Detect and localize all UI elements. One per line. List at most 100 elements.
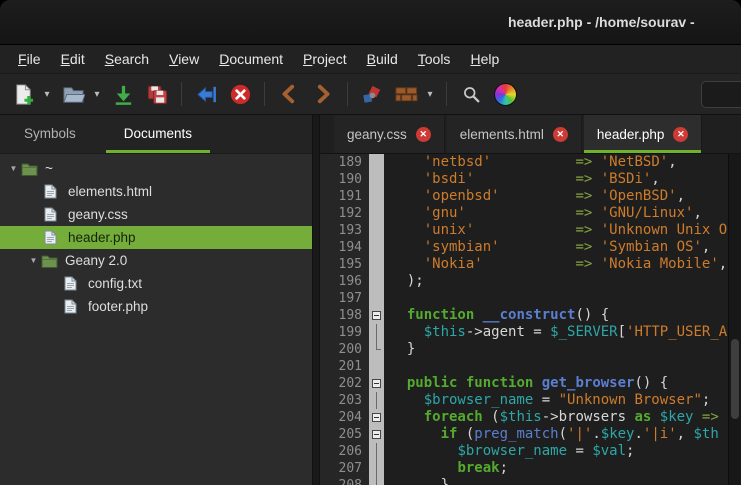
toolbar-search-entry[interactable] <box>701 81 741 108</box>
line-number: 202 <box>320 375 369 392</box>
build-dropdown-button[interactable]: ▾ <box>423 78 437 110</box>
fold-margin[interactable] <box>369 443 384 460</box>
titlebar[interactable]: header.php - /home/sourav - <box>0 0 741 45</box>
code-text: 'Nokia' => 'Nokia Mobile', <box>384 256 741 273</box>
tree-item-config-txt[interactable]: config.txt <box>0 272 312 295</box>
fold-margin[interactable] <box>369 239 384 256</box>
code-editor[interactable]: 189 'netbsd' => 'NetBSD',190 'bsdi' => '… <box>320 154 741 485</box>
editor-tab-header-php[interactable]: header.php✕ <box>584 115 703 153</box>
code-text: 'openbsd' => 'OpenBSD', <box>384 188 741 205</box>
fold-margin[interactable] <box>369 222 384 239</box>
code-line: 194 'symbian' => 'Symbian OS', <box>320 239 741 256</box>
close-tab-button[interactable]: ✕ <box>673 127 688 142</box>
line-number: 189 <box>320 154 369 171</box>
code-text: break; <box>384 460 741 477</box>
build-button[interactable] <box>389 78 423 110</box>
menu-tools[interactable]: Tools <box>408 45 461 73</box>
fold-margin[interactable] <box>369 307 384 324</box>
code-line: 197 <box>320 290 741 307</box>
fold-margin[interactable] <box>369 460 384 477</box>
fold-margin[interactable] <box>369 273 384 290</box>
save-all-button[interactable] <box>140 78 174 110</box>
tree-item--[interactable]: ▼~ <box>0 157 312 180</box>
new-file-icon <box>12 83 35 106</box>
open-file-icon <box>62 83 85 106</box>
fold-margin[interactable] <box>369 358 384 375</box>
menu-search[interactable]: Search <box>95 45 159 73</box>
file-icon <box>64 299 83 315</box>
tree-item-footer-php[interactable]: footer.php <box>0 295 312 318</box>
tree-item-label: footer.php <box>88 299 148 314</box>
editor-tab-geany-css[interactable]: geany.css✕ <box>334 115 445 153</box>
menu-project[interactable]: Project <box>293 45 357 73</box>
close-button[interactable] <box>223 78 257 110</box>
menu-file[interactable]: File <box>8 45 51 73</box>
open-file-dropdown-button[interactable]: ▾ <box>90 78 104 110</box>
scrollbar-thumb[interactable] <box>731 339 739 418</box>
editor-tab-elements-html[interactable]: elements.html ✕ <box>447 115 582 153</box>
line-number: 197 <box>320 290 369 307</box>
code-line: 203 $browser_name = "Unknown Browser"; <box>320 392 741 409</box>
code-line: 208 } <box>320 477 741 485</box>
line-number: 204 <box>320 409 369 426</box>
fold-margin[interactable] <box>369 392 384 409</box>
tree-item-label: geany.css <box>68 207 128 222</box>
new-file-button[interactable] <box>6 78 40 110</box>
line-number: 199 <box>320 324 369 341</box>
editor-tab-label: elements.html <box>460 127 544 142</box>
fold-margin[interactable] <box>369 426 384 443</box>
search-button[interactable] <box>454 78 488 110</box>
fold-margin[interactable] <box>369 188 384 205</box>
color-chooser-button[interactable] <box>488 78 522 110</box>
fold-margin[interactable] <box>369 375 384 392</box>
new-file-dropdown-button[interactable]: ▾ <box>40 78 54 110</box>
fold-guide-line <box>369 477 384 485</box>
code-text: foreach ($this->browsers as $key => $v <box>384 409 741 426</box>
close-tab-button[interactable]: ✕ <box>416 127 431 142</box>
expander-icon[interactable]: ▼ <box>26 256 41 265</box>
revert-button[interactable] <box>189 78 223 110</box>
menu-build[interactable]: Build <box>357 45 408 73</box>
line-number: 200 <box>320 341 369 358</box>
tree-item-header-php[interactable]: header.php <box>0 226 312 249</box>
compile-button[interactable] <box>355 78 389 110</box>
fold-margin[interactable] <box>369 477 384 485</box>
tree-item-geany-2-0[interactable]: ▼Geany 2.0 <box>0 249 312 272</box>
menu-document[interactable]: Document <box>209 45 293 73</box>
menu-view[interactable]: View <box>159 45 209 73</box>
pane-splitter[interactable] <box>312 115 320 485</box>
save-button[interactable] <box>106 78 140 110</box>
vertical-scrollbar[interactable] <box>728 154 741 485</box>
close-tab-button[interactable]: ✕ <box>553 127 568 142</box>
open-file-button[interactable] <box>56 78 90 110</box>
tree-item-elements-html[interactable]: elements.html <box>0 180 312 203</box>
forward-button[interactable] <box>306 78 340 110</box>
code-line: 193 'unix' => 'Unknown Unix OS', <box>320 222 741 239</box>
code-line: 199 $this->agent = $_SERVER['HTTP_USER_A… <box>320 324 741 341</box>
tab-symbols[interactable]: Symbols <box>0 115 100 153</box>
expander-icon[interactable]: ▼ <box>6 164 21 173</box>
tab-documents[interactable]: Documents <box>100 115 216 153</box>
fold-margin[interactable] <box>369 256 384 273</box>
fold-guide-line <box>376 392 377 409</box>
tree-item-geany-css[interactable]: geany.css <box>0 203 312 226</box>
fold-margin[interactable] <box>369 154 384 171</box>
fold-margin[interactable] <box>369 409 384 426</box>
line-number: 203 <box>320 392 369 409</box>
menu-edit[interactable]: Edit <box>51 45 95 73</box>
revert-icon <box>195 83 218 106</box>
fold-collapse-icon <box>372 430 381 439</box>
fold-margin[interactable] <box>369 341 384 358</box>
editor-pane: geany.css✕elements.html✕header.php✕ 189 … <box>320 115 741 485</box>
fold-margin[interactable] <box>369 324 384 341</box>
code-line: 201 <box>320 358 741 375</box>
save-all-icon <box>146 83 169 106</box>
back-button[interactable] <box>272 78 306 110</box>
code-line: 190 'bsdi' => 'BSDi', <box>320 171 741 188</box>
code-line: 200 } <box>320 341 741 358</box>
fold-margin[interactable] <box>369 171 384 188</box>
fold-margin[interactable] <box>369 205 384 222</box>
code-line: 198 function __construct() { <box>320 307 741 324</box>
menu-help[interactable]: Help <box>460 45 509 73</box>
fold-margin[interactable] <box>369 290 384 307</box>
